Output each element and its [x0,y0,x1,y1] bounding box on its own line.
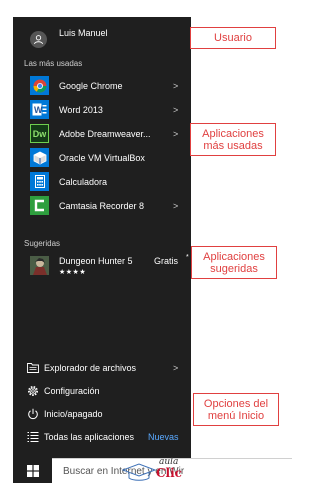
search-input[interactable]: Buscar en Internet y en Wir aula Clic [52,457,292,483]
app-item-camtasia[interactable]: Camtasia Recorder 8 > [13,194,191,217]
list-icon [27,431,39,445]
chevron-right-icon[interactable]: > [173,105,178,115]
app-label: Adobe Dreamweaver... [59,128,151,139]
aulaclic-watermark-logo: aula Clic [119,457,199,482]
watermark-bottom: Clic [156,466,182,480]
mortarboard-icon [121,463,157,481]
app-label: Word 2013 [59,104,103,115]
user-name: Luis Manuel [59,28,108,38]
callout-text: Aplicaciones [202,127,264,140]
app-item-dreamweaver[interactable]: Dw Adobe Dreamweaver... > [13,122,191,145]
new-badge: Nuevas [148,432,179,442]
rating-stars: ★★★★ [59,269,87,276]
start-menu: Luis Manuel Las más usadas Google Chrome… [13,17,191,458]
app-item-calculator[interactable]: Calculadora [13,170,191,193]
word-icon: W [30,100,49,119]
power-icon [27,408,39,422]
gear-icon [27,385,39,399]
menu-item-label: Configuración [44,386,100,396]
app-item-virtualbox[interactable]: Oracle VM VirtualBox [13,146,191,169]
app-label: Google Chrome [59,80,123,91]
taskbar: Buscar en Internet y en Wir aula Clic [13,457,292,483]
callout-text: sugeridas [210,262,258,275]
price-superscript: * [186,254,189,261]
app-item-word[interactable]: W Word 2013 > [13,98,191,121]
callout-text: Usuario [214,32,252,44]
suggested-app-dungeon-hunter[interactable]: Dungeon Hunter 5 ★★★★ Gratis * [13,251,191,281]
chevron-right-icon[interactable]: > [173,129,178,139]
chevron-right-icon[interactable]: > [173,201,178,211]
menu-item-all-apps[interactable]: Todas las aplicaciones Nuevas [13,426,191,448]
folder-icon [27,362,39,375]
suggested-app-title: Dungeon Hunter 5 [59,256,133,266]
chrome-icon [30,76,49,95]
menu-item-label: Inicio/apagado [44,409,103,419]
user-account[interactable]: Luis Manuel [13,23,191,48]
callout-text: Opciones del [203,397,269,410]
chevron-right-icon[interactable]: > [173,81,178,91]
camtasia-icon [30,196,49,215]
svg-text:W: W [34,105,43,115]
app-label: Oracle VM VirtualBox [59,152,145,163]
app-label: Calculadora [59,176,108,187]
virtualbox-icon [30,148,49,167]
most-used-header: Las más usadas [24,59,83,68]
chevron-right-icon[interactable]: > [173,363,178,373]
callout-text: menú Inicio [207,409,265,422]
dreamweaver-icon: Dw [30,124,49,143]
callout-most-used: Aplicaciones más usadas [190,123,276,156]
callout-text: más usadas [203,139,263,152]
user-avatar-icon [30,31,47,48]
callout-start-options: Opciones del menú Inicio [193,393,279,426]
menu-item-file-explorer[interactable]: Explorador de archivos > [13,357,191,379]
app-label: Camtasia Recorder 8 [59,200,145,211]
price-label: Gratis [154,256,179,266]
callout-text: Aplicaciones [203,250,265,263]
windows-logo-icon [26,464,39,477]
menu-item-settings[interactable]: Configuración [13,380,191,402]
calculator-icon [30,172,49,191]
suggested-header: Sugeridas [24,239,61,248]
dungeon-hunter-icon [30,256,49,275]
windows-start-button[interactable] [13,458,52,483]
callout-user: Usuario [190,27,276,49]
menu-item-power[interactable]: Inicio/apagado [13,403,191,425]
callout-suggested: Aplicaciones sugeridas [191,246,277,279]
menu-item-label: Todas las aplicaciones [44,432,135,442]
app-item-chrome[interactable]: Google Chrome > [13,74,191,97]
menu-item-label: Explorador de archivos [44,363,137,373]
